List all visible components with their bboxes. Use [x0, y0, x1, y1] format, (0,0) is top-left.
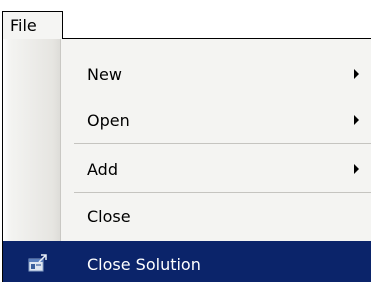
menu-item-label: Open: [87, 111, 130, 130]
menu-separator: [74, 143, 371, 144]
menu-item-label: Close Solution: [87, 255, 201, 274]
menu-item-add[interactable]: Add: [3, 146, 371, 193]
submenu-arrow-icon: [354, 69, 359, 79]
menu-item-open[interactable]: Open: [3, 97, 371, 144]
menu-item-close[interactable]: Close: [3, 193, 371, 240]
close-solution-icon: [28, 254, 47, 272]
submenu-arrow-icon: [354, 115, 359, 125]
menu-item-label: Add: [87, 160, 118, 179]
menu-item-label: New: [87, 65, 122, 84]
file-menu-button[interactable]: File: [2, 11, 63, 39]
file-menu-label: File: [10, 16, 37, 35]
screen: File New Open Add Close Close Solution: [0, 0, 371, 282]
submenu-arrow-icon: [354, 164, 359, 174]
menu-item-new[interactable]: New: [3, 51, 371, 98]
menu-item-label: Close: [87, 207, 131, 226]
menu-item-close-solution[interactable]: Close Solution: [3, 241, 371, 282]
file-dropdown-menu: New Open Add Close Close Solution: [2, 38, 371, 282]
